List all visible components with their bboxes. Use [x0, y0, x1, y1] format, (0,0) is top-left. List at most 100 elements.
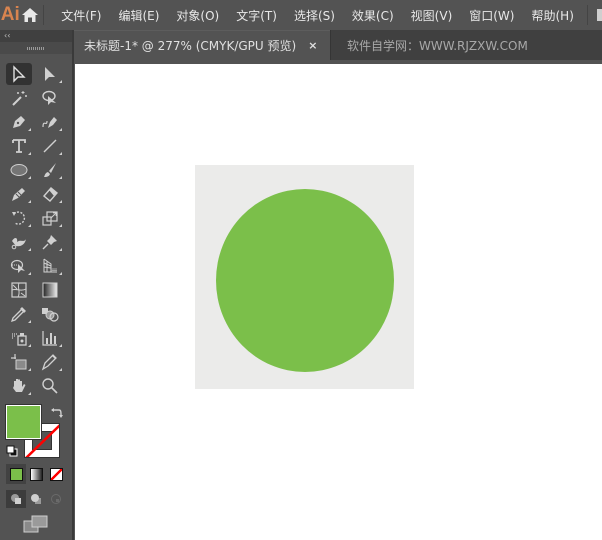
- menu-view[interactable]: 视图(V): [403, 7, 462, 24]
- tab-title: 软件自学网：WWW.RJZXW.COM: [347, 38, 528, 53]
- gradient-mode-button[interactable]: [26, 464, 46, 484]
- rotate-tool[interactable]: [6, 207, 32, 229]
- fill-stroke-controls: [5, 404, 68, 461]
- scale-icon: [42, 211, 58, 226]
- mesh-icon: [11, 282, 27, 298]
- pen-tool[interactable]: [6, 111, 32, 133]
- menu-object[interactable]: 对象(O): [168, 7, 228, 24]
- menu-file[interactable]: 文件(F): [53, 7, 110, 24]
- tool-grid: [6, 63, 68, 399]
- draw-inside-button[interactable]: [46, 490, 66, 508]
- shaper-pencil-icon: [12, 188, 25, 201]
- eraser-tool[interactable]: [37, 183, 63, 205]
- home-button[interactable]: [20, 0, 38, 30]
- shape-builder-tool[interactable]: [6, 255, 32, 277]
- document-tab-bar: 未标题-1* @ 277% (CMYK/GPU 预览) × 软件自学网：WWW.…: [74, 30, 602, 60]
- magic-wand-icon: [12, 91, 27, 106]
- gradient-swatch-icon: [29, 467, 43, 481]
- gradient-icon: [42, 282, 58, 298]
- blend-icon: [42, 308, 59, 322]
- blend-tool[interactable]: [37, 303, 63, 325]
- workspace-switcher[interactable]: [597, 9, 602, 21]
- artboard[interactable]: [195, 165, 414, 389]
- artboard-icon: [11, 354, 27, 370]
- lasso-icon: [42, 90, 56, 105]
- paintbrush-icon: [44, 163, 56, 177]
- eraser-icon: [43, 187, 58, 202]
- slice-tool[interactable]: [37, 351, 63, 373]
- curvature-pen-icon: [42, 117, 57, 128]
- menu-select[interactable]: 选择(S): [286, 7, 344, 24]
- swap-fill-stroke-icon[interactable]: [50, 407, 64, 419]
- zoom-tool[interactable]: [37, 375, 63, 397]
- type-t-icon: [12, 139, 26, 153]
- curvature-tool[interactable]: [37, 111, 63, 133]
- shaper-tool[interactable]: [6, 183, 32, 205]
- mesh-tool[interactable]: [6, 279, 32, 301]
- tab-untitled-1[interactable]: 未标题-1* @ 277% (CMYK/GPU 预览) ×: [74, 30, 330, 60]
- menu-effect[interactable]: 效果(C): [344, 7, 403, 24]
- document-canvas[interactable]: [75, 64, 602, 540]
- artboard-tool[interactable]: [6, 351, 32, 373]
- color-mode-button[interactable]: [6, 464, 26, 484]
- pen-nib-icon: [13, 116, 25, 128]
- menu-divider: [42, 5, 44, 25]
- line-segment-icon: [43, 139, 57, 153]
- screen-mode-icon[interactable]: [23, 515, 49, 533]
- color-mode-row: [6, 464, 68, 486]
- ellipse-icon: [10, 164, 28, 176]
- collapse-panel-button[interactable]: ‹‹: [0, 30, 72, 42]
- rotate-icon: [12, 211, 26, 225]
- tab-title: 未标题-1* @ 277% (CMYK/GPU 预览): [84, 39, 297, 53]
- panel-grip[interactable]: [0, 42, 72, 54]
- close-icon[interactable]: ×: [308, 39, 317, 52]
- menu-divider: [586, 5, 588, 25]
- none-icon: [49, 467, 63, 481]
- hand-icon: [13, 379, 26, 392]
- lasso-tool[interactable]: [37, 87, 63, 109]
- perspective-grid-icon: [43, 258, 57, 273]
- eyedropper-tool[interactable]: [6, 303, 32, 325]
- gradient-tool[interactable]: [37, 279, 63, 301]
- perspective-grid-tool[interactable]: [37, 255, 63, 277]
- app-logo: Ai: [0, 4, 20, 25]
- menu-help[interactable]: 帮助(H): [523, 7, 582, 24]
- direct-selection-tool[interactable]: [37, 63, 63, 85]
- paintbrush-tool[interactable]: [37, 159, 63, 181]
- shape-builder-icon: [10, 259, 25, 273]
- symbol-sprayer-icon: [12, 333, 27, 346]
- slice-knife-icon: [41, 354, 57, 371]
- pushpin-icon: [42, 235, 57, 250]
- selection-arrow-icon: [13, 65, 26, 83]
- puppet-warp-tool[interactable]: [6, 231, 32, 253]
- draw-inside-icon: [51, 494, 61, 504]
- menu-edit[interactable]: 编辑(E): [110, 7, 168, 24]
- default-colors-icon[interactable]: [6, 445, 18, 457]
- pin-tool[interactable]: [37, 231, 63, 253]
- tools-panel: ‹‹: [0, 30, 74, 540]
- magic-wand-tool[interactable]: [6, 87, 32, 109]
- ellipse-tool[interactable]: [6, 159, 32, 181]
- line-segment-tool[interactable]: [37, 135, 63, 157]
- column-graph-icon: [42, 331, 57, 346]
- green-circle[interactable]: [216, 189, 394, 372]
- selection-tool[interactable]: [6, 63, 32, 85]
- type-tool[interactable]: [6, 135, 32, 157]
- color-icon: [9, 467, 23, 481]
- magnifier-icon: [42, 378, 58, 394]
- tab-rjzxw[interactable]: 软件自学网：WWW.RJZXW.COM: [330, 30, 528, 60]
- column-graph-tool[interactable]: [37, 327, 63, 349]
- menu-window[interactable]: 窗口(W): [461, 7, 523, 24]
- direct-selection-arrow-icon: [45, 67, 55, 81]
- none-mode-button[interactable]: [46, 464, 66, 484]
- fill-swatch[interactable]: [5, 404, 42, 440]
- hand-tool[interactable]: [6, 375, 32, 397]
- symbol-sprayer-tool[interactable]: [6, 327, 32, 349]
- eyedropper-icon: [10, 307, 26, 323]
- drawing-modes: [6, 490, 68, 510]
- draw-behind-button[interactable]: [26, 490, 46, 508]
- puppet-warp-icon: [11, 238, 26, 250]
- scale-tool[interactable]: [37, 207, 63, 229]
- menu-type[interactable]: 文字(T): [228, 7, 286, 24]
- draw-normal-button[interactable]: [6, 490, 26, 508]
